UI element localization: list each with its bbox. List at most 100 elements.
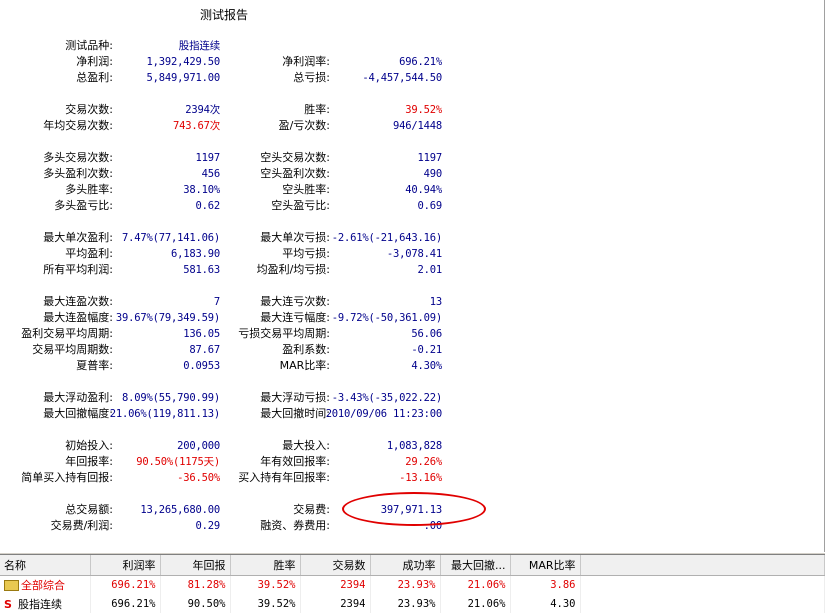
cell-mar-ratio: 4.30	[510, 594, 581, 613]
value-buy-hold-return: -36.50%	[177, 472, 220, 484]
cell-annual-return: 90.50%	[160, 594, 231, 613]
value-max-single-loss: -2.61%(-21,643.16)	[331, 232, 442, 244]
label-short-trades: 空头交易次数:	[260, 151, 330, 164]
folder-icon	[4, 579, 19, 591]
value-annual-trades: 743.67次	[172, 120, 220, 132]
value-total-gain: 5,849,971.00	[146, 72, 221, 84]
table-row-index-futures[interactable]: S 股指连续 696.21% 90.50% 39.52% 2394 23.93% …	[0, 594, 825, 613]
report-title: 测试报告	[200, 8, 249, 22]
cell-annual-return: 81.28%	[160, 575, 231, 595]
cell-win-rate: 39.52%	[230, 594, 301, 613]
label-mar-ratio: MAR比率:	[279, 359, 330, 372]
label-short-win-rate: 空头胜率:	[282, 183, 330, 196]
value-avg-gain-loss-ratio: 2.01	[417, 264, 443, 276]
label-win-loss-count: 盈/亏次数:	[278, 119, 330, 132]
value-max-consec-losses: 13	[429, 296, 442, 308]
value-avg-gain: 6,183.90	[171, 248, 220, 260]
value-max-single-gain: 7.47%(77,141.06)	[122, 232, 220, 244]
value-max-float-gain: 8.09%(55,790.99)	[122, 392, 220, 404]
value-long-trades: 1197	[195, 152, 221, 164]
value-max-consec-win-range: 39.67%(79,349.59)	[115, 312, 220, 324]
value-trade-avg-periods: 87.67	[189, 344, 220, 356]
label-net-profit-rate: 净利润率:	[282, 55, 330, 68]
column-header-max-drawdown[interactable]: 最大回撤...	[440, 555, 511, 576]
label-avg-profit: 所有平均利润:	[43, 263, 113, 276]
label-annual-effective-return: 年有效回报率:	[260, 455, 330, 468]
label-max-consec-loss-range: 最大连亏幅度:	[260, 311, 330, 324]
label-trade-avg-periods: 交易平均周期数:	[32, 343, 113, 356]
label-max-drawdown-time: 最大回撤时间:	[260, 407, 330, 420]
column-header-filler	[580, 555, 825, 576]
row-name-cell[interactable]: S 股指连续	[0, 594, 91, 613]
label-total-loss: 总亏损:	[293, 71, 330, 84]
column-header-success-rate[interactable]: 成功率	[370, 555, 441, 576]
cell-filler	[580, 575, 825, 595]
label-annual-return: 年回报率:	[65, 455, 113, 468]
column-header-win-rate[interactable]: 胜率	[230, 555, 301, 576]
value-max-investment: 1,083,828	[386, 440, 442, 452]
value-loss-trade-avg-period: 56.06	[411, 328, 442, 340]
label-total-turnover: 总交易额:	[65, 503, 113, 516]
column-header-mar-ratio[interactable]: MAR比率	[510, 555, 581, 576]
value-avg-loss: -3,078.41	[386, 248, 442, 260]
cell-trade-count: 2394	[300, 575, 371, 595]
trading-fee-highlight-ellipse	[342, 492, 486, 526]
value-long-pl-ratio: 0.62	[195, 200, 221, 212]
label-long-trades: 多头交易次数:	[43, 151, 113, 164]
row-name-label: 股指连续	[18, 597, 62, 611]
label-margin-fee: 融资、券费用:	[260, 519, 330, 532]
value-win-loss-count: 946/1448	[393, 120, 442, 132]
label-short-pl-ratio: 空头盈亏比:	[271, 199, 330, 212]
label-long-pl-ratio: 多头盈亏比:	[54, 199, 113, 212]
label-win-trade-avg-period: 盈利交易平均周期:	[21, 327, 113, 340]
label-max-consec-losses: 最大连亏次数:	[260, 295, 330, 308]
label-loss-trade-avg-period: 亏损交易平均周期:	[238, 327, 330, 340]
value-trade-count: 2394次	[185, 104, 220, 116]
column-header-name[interactable]: 名称	[0, 555, 91, 576]
label-short-wins: 空头盈利次数:	[260, 167, 330, 180]
label-trade-count: 交易次数:	[65, 103, 113, 116]
value-mar-ratio: 4.30%	[411, 360, 442, 372]
value-total-loss: -4,457,544.50	[362, 72, 442, 84]
label-initial-investment: 初始投入:	[65, 439, 113, 452]
value-max-consec-loss-range: -9.72%(-50,361.09)	[331, 312, 442, 324]
column-header-annual-return[interactable]: 年回报	[160, 555, 231, 576]
label-trading-fee: 交易费:	[293, 503, 330, 516]
label-avg-gain-loss-ratio: 均盈利/均亏损:	[256, 263, 330, 276]
label-max-investment: 最大投入:	[282, 439, 330, 452]
value-avg-profit: 581.63	[183, 264, 220, 276]
value-max-drawdown-time: 2010/09/06 11:23:00	[325, 408, 443, 420]
cell-trade-count: 2394	[300, 594, 371, 613]
value-long-win-rate: 38.10%	[183, 184, 220, 196]
cell-success-rate: 23.93%	[370, 594, 441, 613]
table-header-row: 名称 利润率 年回报 胜率 交易数 成功率 最大回撤... MAR比率	[0, 555, 825, 576]
row-name-label: 全部综合	[21, 579, 65, 593]
label-net-profit: 净利润:	[76, 55, 113, 68]
value-short-wins: 490	[423, 168, 443, 180]
column-header-profit-rate[interactable]: 利润率	[90, 555, 161, 576]
value-long-wins: 456	[201, 168, 221, 180]
summary-table: 名称 利润率 年回报 胜率 交易数 成功率 最大回撤... MAR比率 全部综合…	[0, 555, 825, 613]
label-win-rate: 胜率:	[304, 103, 330, 116]
value-profit-factor: -0.21	[411, 344, 442, 356]
value-net-profit-rate: 696.21%	[399, 56, 442, 68]
label-long-win-rate: 多头胜率:	[65, 183, 113, 196]
value-annual-effective-return: 29.26%	[405, 456, 442, 468]
label-avg-loss: 平均亏损:	[282, 247, 330, 260]
value-net-profit: 1,392,429.50	[146, 56, 221, 68]
test-report-panel: 测试报告 测试品种: 股指连续 净利润: 1,392,429.50 净利润率: …	[0, 0, 825, 552]
value-win-trade-avg-period: 136.05	[183, 328, 220, 340]
label-profit-factor: 盈利系数:	[282, 343, 330, 356]
row-name-cell[interactable]: 全部综合	[0, 575, 91, 595]
value-fee-profit-ratio: 0.29	[195, 520, 221, 532]
label-test-symbol: 测试品种:	[65, 39, 113, 52]
value-short-win-rate: 40.94%	[405, 184, 442, 196]
label-total-gain: 总盈利:	[76, 71, 113, 84]
strategy-s-icon: S	[4, 597, 12, 611]
value-total-turnover: 13,265,680.00	[140, 504, 220, 516]
value-max-float-loss: -3.43%(-35,022.22)	[331, 392, 442, 404]
table-row-all-combined[interactable]: 全部综合 696.21% 81.28% 39.52% 2394 23.93% 2…	[0, 575, 825, 595]
column-header-trade-count[interactable]: 交易数	[300, 555, 371, 576]
value-short-trades: 1197	[417, 152, 443, 164]
value-sharpe-ratio: 0.0953	[183, 360, 220, 372]
